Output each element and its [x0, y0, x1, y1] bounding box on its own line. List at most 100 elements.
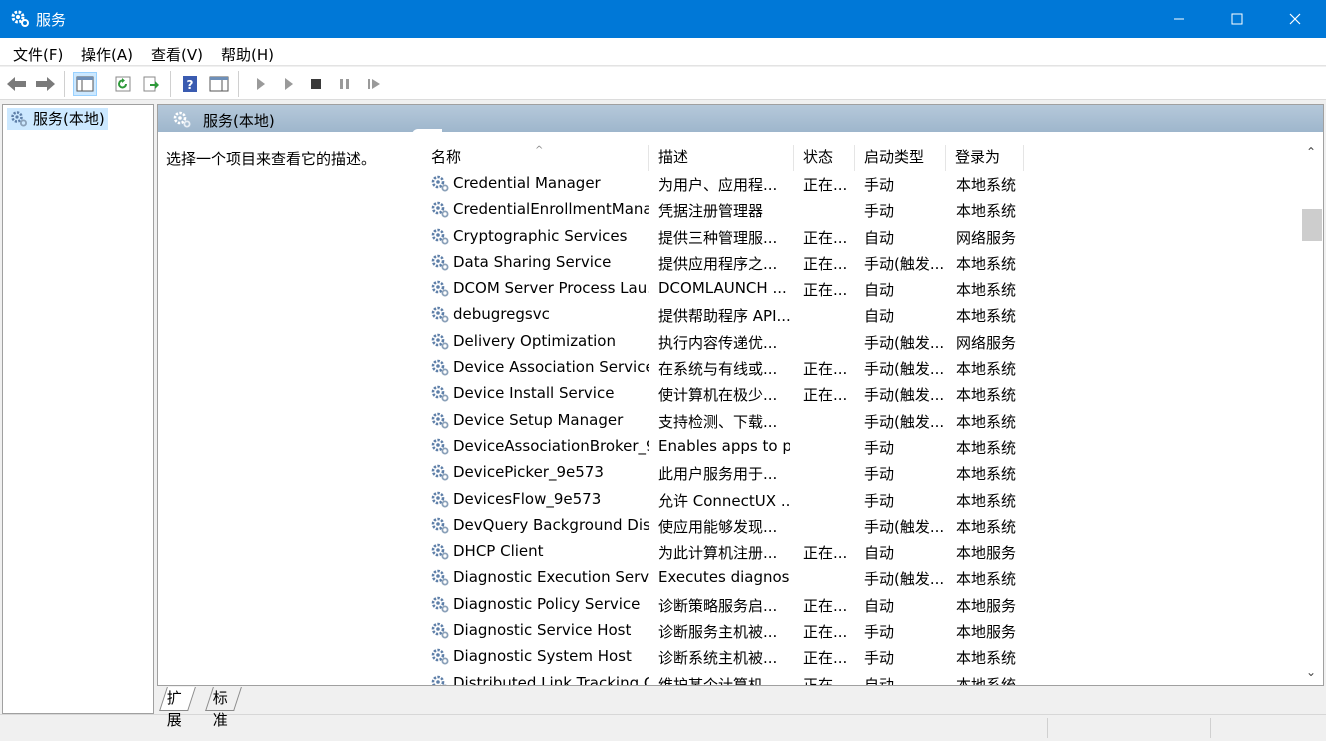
tab-label: 扩展 — [166, 689, 182, 729]
pause-service-button[interactable] — [333, 72, 357, 96]
service-description: 为用户、应用程... — [658, 176, 778, 194]
sort-ascending-icon: ^ — [535, 145, 544, 156]
maximize-icon — [1231, 13, 1243, 25]
service-row[interactable]: DevicesFlow_9e573 允许 ConnectUX ... 手动 本地系统 — [422, 487, 1302, 513]
maximize-button[interactable] — [1208, 0, 1266, 38]
service-row[interactable]: Delivery Optimization 执行内容传递优... 手动(触发... 网… — [422, 329, 1302, 355]
service-row[interactable]: Credential Manager 为用户、应用程... 正在... 手动 本地系统 — [422, 171, 1302, 197]
service-row[interactable]: Distributed Link Tracking C... 维护某个计算机...… — [422, 671, 1302, 685]
service-startup-type: 自动 — [864, 228, 895, 247]
service-row[interactable]: CredentialEnrollmentMana... 凭据注册管理器 手动 本地系统 — [422, 197, 1302, 223]
service-name: DHCP Client — [453, 542, 544, 561]
service-row[interactable]: DeviceAssociationBroker_9... Enables apps… — [422, 434, 1302, 460]
refresh-button[interactable] — [111, 72, 135, 96]
gear-icon — [173, 111, 191, 128]
service-gear-icon — [431, 386, 449, 402]
service-row[interactable]: Diagnostic Execution Service Executes dia… — [422, 565, 1302, 591]
restart-service-icon — [368, 79, 380, 89]
start-service-alt-button[interactable] — [276, 72, 300, 96]
tree-node-services-local[interactable]: 服务(本地) — [7, 108, 108, 130]
properties-pane-button[interactable] — [207, 72, 231, 96]
column-header-label: 名称 — [431, 148, 462, 166]
service-gear-icon — [431, 201, 449, 218]
service-gear-icon — [431, 438, 449, 455]
column-header-status[interactable]: 状态 — [794, 145, 855, 171]
service-startup-type: 手动 — [864, 438, 895, 457]
service-row[interactable]: Device Association Service 在系统与有线或... 正在..… — [422, 355, 1302, 381]
column-header-name[interactable]: ^ 名称 — [422, 145, 649, 171]
service-name: DevicesFlow_9e573 — [453, 489, 602, 508]
service-row[interactable]: Device Install Service 使计算机在极少... 正在... 手动(… — [422, 381, 1302, 407]
service-description: 支持检测、下载... — [658, 412, 778, 431]
service-logon-as: 本地系统 — [956, 570, 1017, 589]
column-header-label: 登录为 — [955, 148, 1001, 166]
service-row[interactable]: Cryptographic Services 提供三种管理服... 正在... 自动 网… — [422, 224, 1302, 250]
scroll-up-icon[interactable]: ⌃ — [1306, 145, 1316, 159]
service-row[interactable]: DevicePicker_9e573 此用户服务用于... 手动 本地系统 — [422, 460, 1302, 486]
column-header-logon-as[interactable]: 登录为 — [946, 145, 1024, 171]
vertical-scrollbar[interactable]: ⌃ ⌄ — [1302, 145, 1322, 685]
menu-help[interactable]: 帮助(H) — [221, 44, 274, 65]
service-logon-as: 本地服务 — [956, 623, 1017, 642]
service-description: 为此计算机注册... — [658, 544, 778, 563]
help-button[interactable]: ? — [178, 72, 202, 96]
show-hide-console-tree-button[interactable] — [73, 72, 97, 96]
service-startup-type: 自动 — [864, 281, 895, 300]
close-button[interactable] — [1266, 0, 1324, 38]
column-header-startup-type[interactable]: 启动类型 — [855, 145, 946, 171]
forward-arrow-icon — [36, 77, 55, 91]
service-row[interactable]: Diagnostic System Host 诊断系统主机被... 正在... 手动 本… — [422, 644, 1302, 670]
menu-action[interactable]: 操作(A) — [81, 44, 133, 65]
export-list-button[interactable] — [139, 72, 163, 96]
service-name: Device Install Service — [453, 384, 615, 403]
service-row[interactable]: DCOM Server Process Lau... DCOMLAUNCH ...… — [422, 276, 1302, 302]
service-row[interactable]: Device Setup Manager 支持检测、下载... 手动(触发... 本地… — [422, 408, 1302, 434]
service-description: Enables apps to p... — [658, 436, 790, 455]
service-logon-as: 本地系统 — [956, 517, 1017, 536]
stop-service-button[interactable] — [304, 72, 328, 96]
gear-icon — [11, 10, 29, 27]
service-description: DCOMLAUNCH ... — [658, 279, 787, 298]
service-logon-as: 本地服务 — [956, 544, 1017, 563]
service-description: 诊断系统主机被... — [658, 649, 778, 668]
service-rows: Credential Manager 为用户、应用程... 正在... 手动 本地系统 C… — [422, 171, 1302, 685]
service-startup-type: 手动(触发... — [864, 254, 945, 273]
description-prompt: 选择一个项目来查看它的描述。 — [166, 150, 377, 168]
tab-standard[interactable]: 标准 — [205, 687, 242, 729]
service-status: 正在... — [803, 176, 848, 194]
start-service-button[interactable] — [248, 72, 272, 96]
service-startup-type: 手动 — [864, 465, 895, 484]
service-row[interactable]: DHCP Client 为此计算机注册... 正在... 自动 本地服务 — [422, 539, 1302, 565]
service-status: 正在... — [803, 386, 848, 405]
service-row[interactable]: Data Sharing Service 提供应用程序之... 正在... 手动(触发… — [422, 250, 1302, 276]
menu-file[interactable]: 文件(F) — [13, 44, 63, 65]
scroll-down-icon[interactable]: ⌄ — [1306, 665, 1316, 679]
refresh-icon — [115, 76, 131, 92]
column-header-label: 描述 — [658, 148, 689, 166]
scrollbar-thumb[interactable] — [1302, 209, 1322, 241]
menu-view[interactable]: 查看(V) — [151, 44, 203, 65]
service-gear-icon — [431, 491, 449, 508]
restart-service-button[interactable] — [362, 72, 386, 96]
service-gear-icon — [431, 570, 449, 586]
service-description: 诊断服务主机被... — [658, 623, 778, 642]
details-pane: 服务(本地) 选择一个项目来查看它的描述。 ^ 名称 描述 状态 启动类型 登录… — [157, 104, 1324, 686]
tab-extended[interactable]: 扩展 — [159, 687, 196, 729]
service-row[interactable]: Diagnostic Policy Service 诊断策略服务启... 正在...… — [422, 592, 1302, 618]
forward-button[interactable] — [33, 72, 57, 96]
service-logon-as: 本地服务 — [956, 596, 1017, 615]
service-row[interactable]: debugregsvc 提供帮助程序 API... 自动 本地系统 — [422, 302, 1302, 328]
service-description: 使应用能够发现... — [658, 517, 778, 536]
minimize-button[interactable] — [1150, 0, 1208, 38]
service-gear-icon — [431, 649, 449, 665]
service-status: 正在... — [803, 675, 848, 685]
column-header-description[interactable]: 描述 — [649, 145, 794, 171]
service-name: Diagnostic Execution Service — [453, 568, 649, 587]
back-button[interactable] — [5, 72, 29, 96]
service-row[interactable]: DevQuery Background Dis... 使应用能够发现... 手动(触… — [422, 513, 1302, 539]
service-row[interactable]: Diagnostic Service Host 诊断服务主机被... 正在... 手动… — [422, 618, 1302, 644]
service-description: 允许 ConnectUX ... — [658, 491, 790, 510]
service-gear-icon — [431, 543, 449, 560]
service-logon-as: 网络服务 — [956, 228, 1017, 247]
service-logon-as: 网络服务 — [956, 333, 1017, 352]
